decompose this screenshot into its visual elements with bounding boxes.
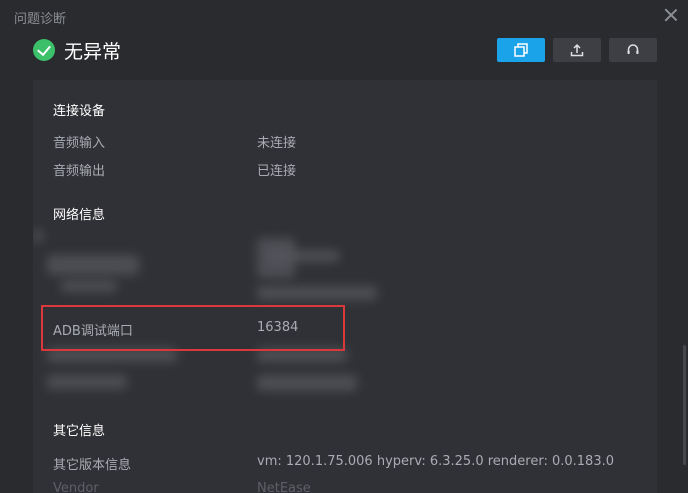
version-info-value: vm: 120.1.75.006 hyperv: 6.3.25.0 render…	[257, 454, 614, 469]
check-circle-icon	[33, 39, 55, 61]
support-button[interactable]	[609, 38, 657, 62]
adb-highlight-box	[41, 305, 345, 351]
headset-icon	[627, 44, 639, 54]
vendor-label: Vendor	[53, 481, 99, 493]
redacted-block	[257, 375, 357, 391]
audio-output-label: 音频输出	[53, 164, 106, 179]
vendor-value: NetEase	[257, 481, 311, 493]
upload-button[interactable]	[553, 38, 601, 62]
close-icon[interactable]	[662, 6, 680, 24]
diagnosis-status: 无异常	[33, 38, 122, 63]
redacted-block	[269, 250, 339, 262]
redacted-block	[47, 375, 127, 389]
status-text: 无异常	[64, 40, 122, 63]
redacted-block	[61, 280, 117, 292]
audio-input-value: 未连接	[257, 136, 297, 151]
title-bar: 问题诊断	[0, 0, 688, 32]
window-title: 问题诊断	[14, 12, 67, 27]
section-title-network: 网络信息	[53, 208, 106, 223]
scrollbar[interactable]	[683, 345, 686, 465]
redacted-block	[33, 230, 43, 242]
section-title-other: 其它信息	[53, 424, 106, 439]
diagnosis-panel: 连接设备 音频输入 未连接 音频输出 已连接 网络信息 ADB调试端口 1638…	[33, 80, 657, 493]
version-info-label: 其它版本信息	[53, 458, 132, 473]
section-title-devices: 连接设备	[53, 104, 106, 119]
audio-input-label: 音频输入	[53, 136, 106, 151]
audio-output-value: 已连接	[257, 164, 297, 179]
upload-icon	[570, 43, 584, 57]
copy-icon	[514, 43, 528, 57]
redacted-block	[257, 286, 377, 300]
copy-button[interactable]	[497, 38, 545, 62]
redacted-block	[47, 255, 139, 275]
